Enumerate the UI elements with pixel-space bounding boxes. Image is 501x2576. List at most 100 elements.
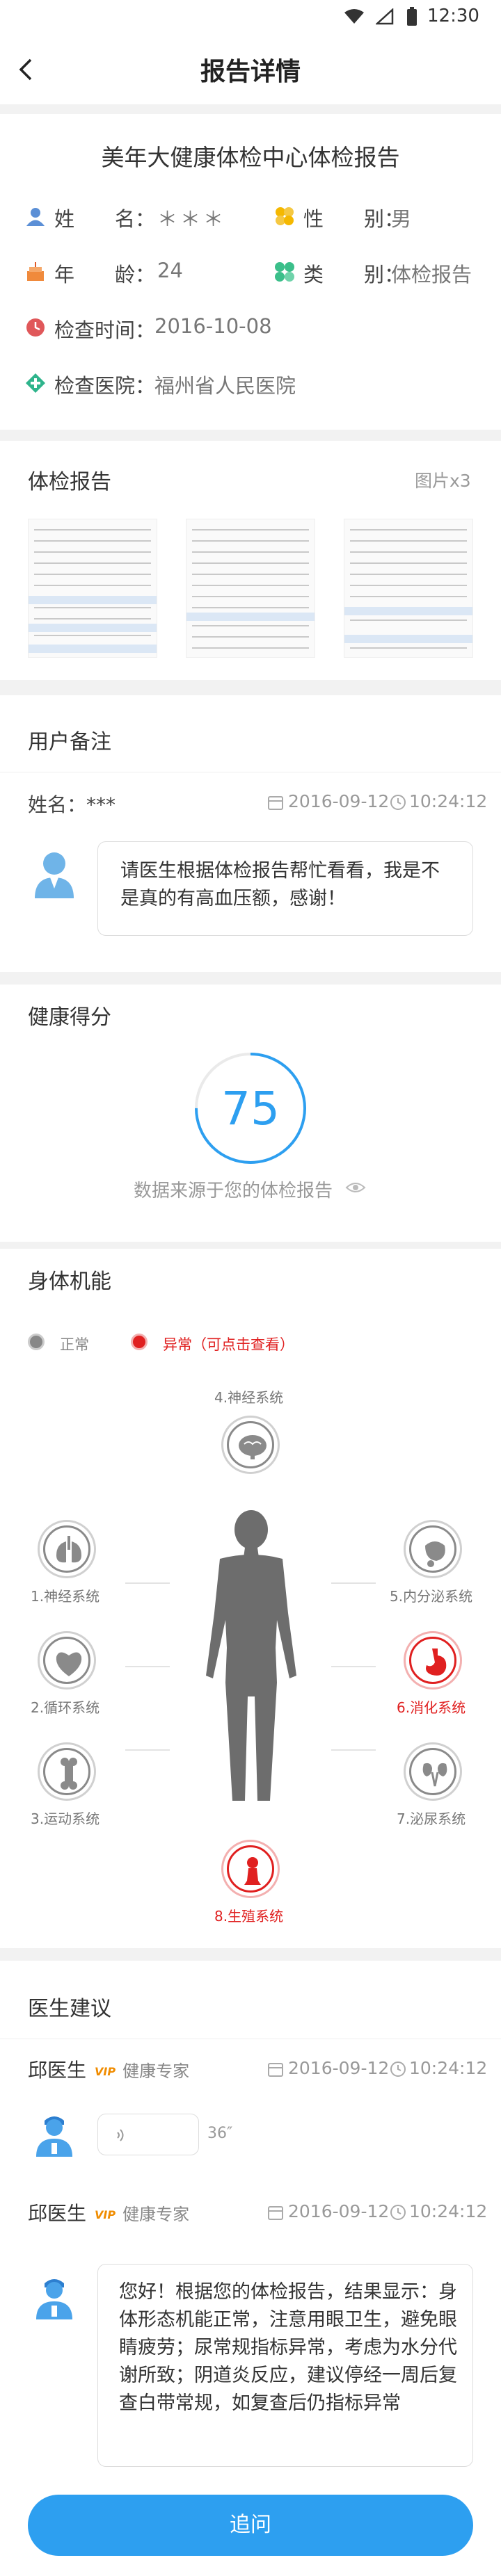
gender-value: 男 xyxy=(391,207,412,231)
doctor-header-2: 邱医生 VIP 健康专家 xyxy=(28,2198,189,2226)
system-6-label: 6.消化系统 xyxy=(397,1699,466,1716)
score-value: 75 xyxy=(221,1082,280,1135)
system-3-label: 3.运动系统 xyxy=(31,1811,100,1827)
voice-duration: 36″ xyxy=(207,2125,233,2142)
endocrine-icon xyxy=(425,1541,445,1567)
person-icon xyxy=(26,208,45,226)
system-2-label: 2.循环系统 xyxy=(31,1699,100,1716)
organ-lungs[interactable] xyxy=(38,1520,96,1578)
user-note-title: 用户备注 xyxy=(28,730,111,754)
system-8-label: 8.生殖系统 xyxy=(214,1908,284,1925)
category-icon xyxy=(275,262,294,282)
doctor-name: 邱医生 xyxy=(28,2202,87,2225)
follow-up-button[interactable]: 追问 xyxy=(28,2495,473,2556)
msg2-time: 10:24:12 xyxy=(409,2201,488,2221)
legend-abnormal-dot xyxy=(131,1334,148,1350)
doctor-advice-title: 医生建议 xyxy=(28,1997,111,2021)
status-bar: 12:30 xyxy=(0,0,501,35)
report-info-card: 美年大健康体检中心体检报告 姓 名： ＊＊＊ 性 别： 男 年 龄： 24 类 … xyxy=(0,114,501,430)
organ-heart[interactable] xyxy=(38,1631,96,1690)
system-1-label: 1.神经系统 xyxy=(31,1588,100,1605)
note-bubble: 请医生根据体检报告帮忙看看，我是不是真的有高血压额，感谢！ xyxy=(97,841,473,936)
doctor-header-1: 邱医生 VIP 健康专家 xyxy=(28,2055,189,2083)
health-score-card: 健康得分 75 数据来源于您的体检报告 xyxy=(0,985,501,1242)
nav-bar: 报告详情 xyxy=(0,35,501,104)
report-image[interactable] xyxy=(186,519,315,658)
body-silhouette xyxy=(206,1510,296,1801)
eye-icon[interactable] xyxy=(345,1179,366,1196)
cake-icon xyxy=(27,262,44,281)
legend-normal: 正常 xyxy=(60,1336,89,1353)
image-count: 图片x3 xyxy=(415,471,471,491)
organ-kidney[interactable] xyxy=(404,1742,462,1801)
organ-reproductive[interactable] xyxy=(221,1840,280,1898)
age-value: 24 xyxy=(157,259,183,282)
system-5-label: 5.内分泌系统 xyxy=(390,1588,473,1605)
calendar-icon xyxy=(268,2063,283,2077)
name-label: 姓 名： xyxy=(54,207,156,231)
date-value: 2016-10-08 xyxy=(154,314,272,338)
exam-report-card: 体检报告 图片x3 xyxy=(0,441,501,680)
calendar-icon xyxy=(268,2206,283,2220)
note-message: 请医生根据体检报告帮忙看看，我是不是真的有高血压额，感谢！ xyxy=(120,860,440,909)
kidney-icon xyxy=(422,1763,447,1787)
stomach-icon xyxy=(426,1649,447,1676)
doctor-role: 健康专家 xyxy=(122,2205,190,2224)
page-title: 报告详情 xyxy=(200,58,301,86)
lungs-icon xyxy=(56,1536,81,1563)
name-value: ＊＊＊ xyxy=(157,207,227,231)
report-image[interactable] xyxy=(28,519,157,658)
exam-report-title: 体检报告 xyxy=(28,470,111,494)
doctor-name: 邱医生 xyxy=(28,2059,87,2082)
doctor-avatar xyxy=(36,2116,72,2157)
clock-icon xyxy=(26,318,45,337)
note-time: 10:24:12 xyxy=(409,791,488,811)
organ-endocrine[interactable] xyxy=(404,1520,462,1578)
msg1-date: 2016-09-12 xyxy=(288,2058,390,2078)
legend-normal-dot xyxy=(28,1334,45,1350)
msg1-time: 10:24:12 xyxy=(409,2058,488,2078)
doctor-advice-card: 医生建议 邱医生 VIP 健康专家 2016-09-12 10:24:12 36″ … xyxy=(0,1961,501,2576)
body-function-title: 身体机能 xyxy=(28,1270,111,1294)
system-4-label: 4.神经系统 xyxy=(214,1389,284,1406)
organ-bone[interactable] xyxy=(38,1742,96,1801)
hospital-icon xyxy=(26,373,45,393)
reproductive-icon xyxy=(244,1857,261,1885)
note-date: 2016-09-12 xyxy=(288,791,390,811)
legend-abnormal: 异常（可点击查看） xyxy=(163,1336,294,1353)
vip-badge: VIP xyxy=(95,2064,116,2078)
time-icon xyxy=(390,2205,406,2220)
organ-stomach[interactable] xyxy=(404,1631,462,1690)
doctor-avatar xyxy=(36,2279,72,2319)
date-label: 检查时间： xyxy=(54,318,156,342)
signal-icon xyxy=(376,8,394,25)
advice-message: 您好！根据您的体检报告，结果显示：身体形态机能正常，注意用眼卫生，避免眼睛疲劳；… xyxy=(119,2281,457,2414)
user-name: 姓名：*** xyxy=(28,793,116,816)
battery-icon xyxy=(407,7,417,26)
report-image[interactable] xyxy=(344,519,473,658)
user-avatar xyxy=(35,852,74,898)
bone-icon xyxy=(61,1758,77,1790)
doctor-role: 健康专家 xyxy=(122,2061,190,2081)
body-function-card: 身体机能 正常 异常（可点击查看） 4.神经系统 1.神经系统 2.循环系统 3… xyxy=(0,1249,501,1948)
health-score-title: 健康得分 xyxy=(28,1005,111,1030)
advice-bubble: 您好！根据您的体检报告，结果显示：身体形态机能正常，注意用眼卫生，避免眼睛疲劳；… xyxy=(97,2264,473,2467)
type-value: 体检报告 xyxy=(391,263,472,286)
time-icon xyxy=(390,795,406,810)
organ-brain[interactable] xyxy=(221,1416,280,1474)
voice-icon xyxy=(117,2129,124,2141)
hospital-label: 检查医院： xyxy=(54,374,156,398)
gender-icon xyxy=(276,207,294,225)
report-thumbnails xyxy=(28,519,473,658)
user-note-card: 用户备注 姓名：*** 2016-09-12 10:24:12 请医生根据体检报… xyxy=(0,695,501,972)
gender-label: 性 别： xyxy=(303,207,405,231)
type-label: 类 别： xyxy=(303,263,405,286)
calendar-icon xyxy=(268,796,283,810)
time-icon xyxy=(390,2061,406,2077)
hospital-value: 福州省人民医院 xyxy=(154,374,296,398)
age-label: 年 龄： xyxy=(54,263,156,286)
voice-message[interactable] xyxy=(97,2114,199,2155)
wifi-icon xyxy=(344,9,364,24)
heart-icon xyxy=(56,1652,82,1676)
msg2-date: 2016-09-12 xyxy=(288,2201,390,2221)
